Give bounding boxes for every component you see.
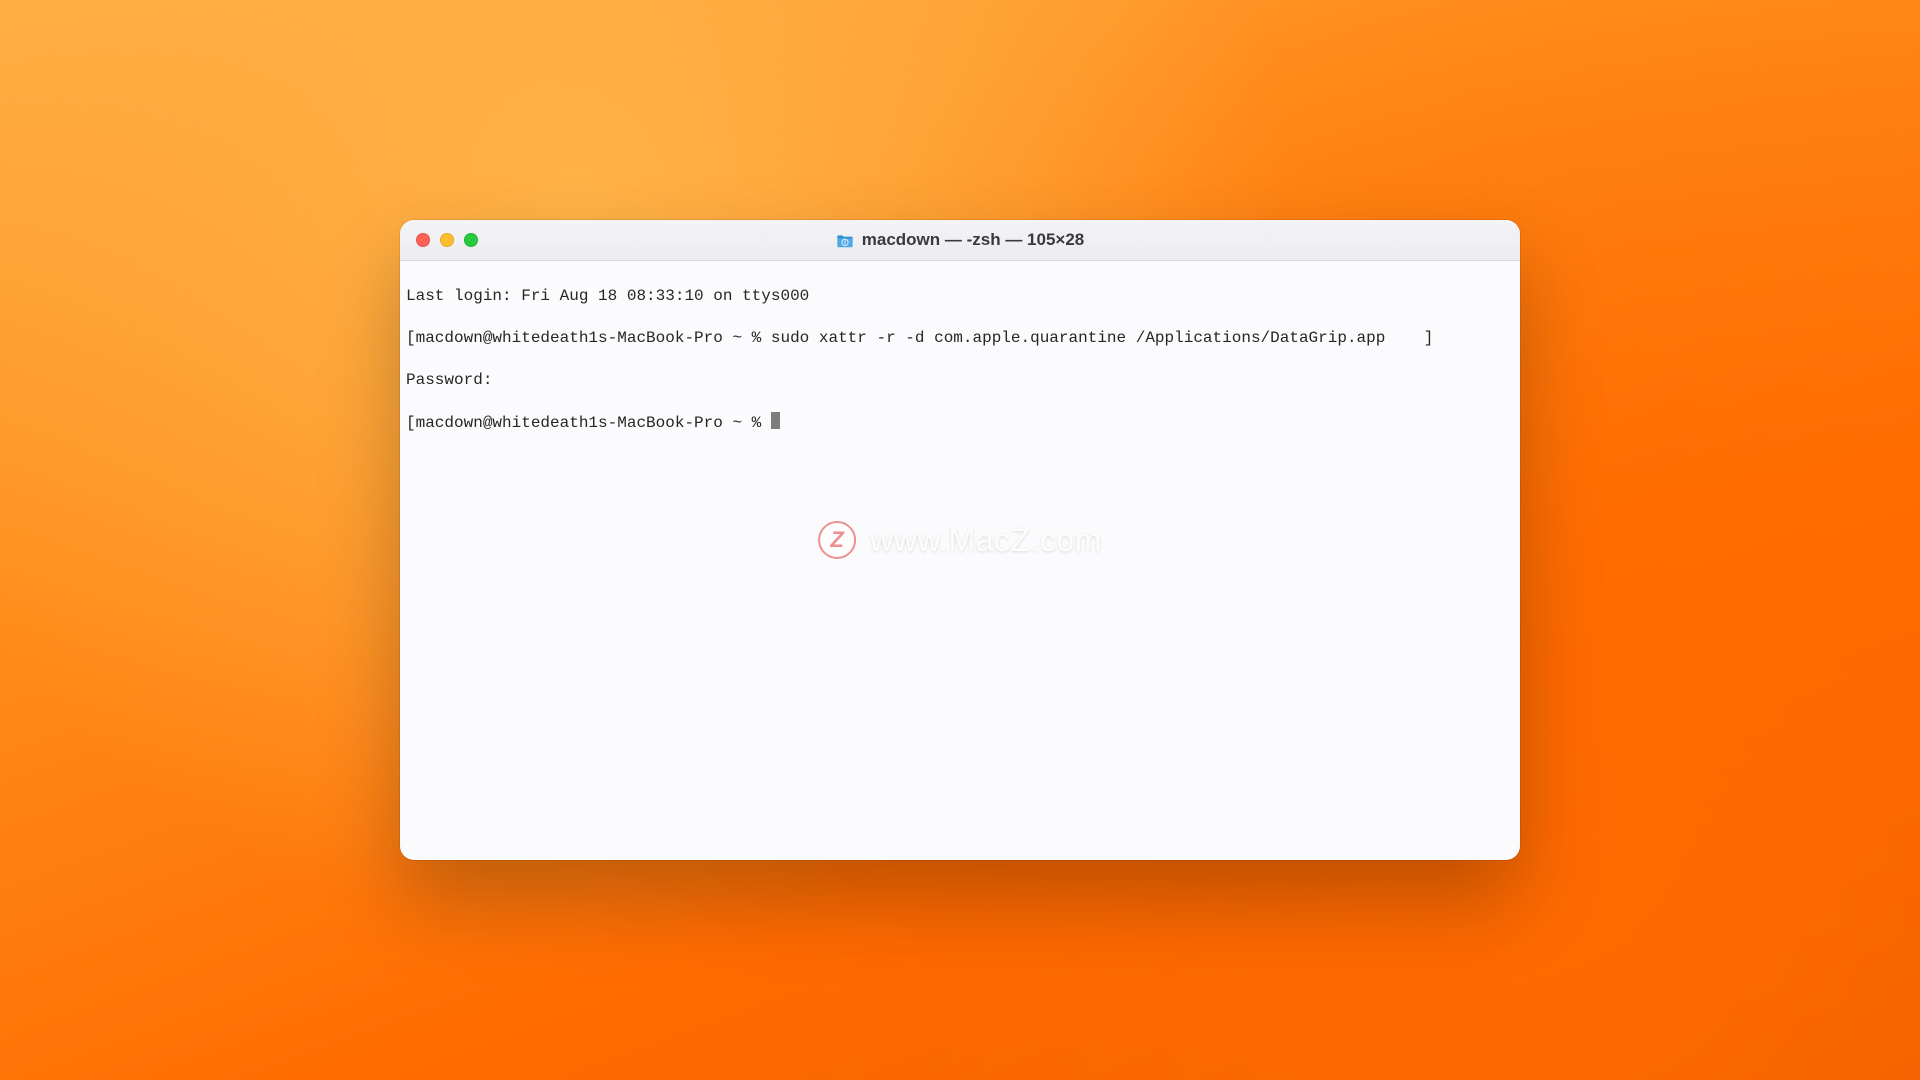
cursor-icon	[771, 412, 780, 429]
terminal-line: Password:	[406, 370, 1514, 391]
desktop-wallpaper: macdown — -zsh — 105×28 Last login: Fri …	[0, 0, 1920, 1080]
minimize-icon[interactable]	[440, 233, 454, 247]
close-icon[interactable]	[416, 233, 430, 247]
window-title: macdown — -zsh — 105×28	[400, 230, 1520, 250]
terminal-output[interactable]: Last login: Fri Aug 18 08:33:10 on ttys0…	[400, 261, 1520, 860]
window-title-bar[interactable]: macdown — -zsh — 105×28	[400, 220, 1520, 261]
terminal-line: [macdown@whitedeath1s-MacBook-Pro ~ % su…	[406, 328, 1514, 349]
maximize-icon[interactable]	[464, 233, 478, 247]
folder-icon	[836, 233, 854, 247]
terminal-line: [macdown@whitedeath1s-MacBook-Pro ~ %	[406, 412, 1514, 434]
terminal-window: macdown — -zsh — 105×28 Last login: Fri …	[400, 220, 1520, 860]
terminal-prompt: [macdown@whitedeath1s-MacBook-Pro ~ %	[406, 414, 771, 432]
window-title-text: macdown — -zsh — 105×28	[862, 230, 1085, 250]
window-controls	[400, 220, 478, 260]
terminal-line: Last login: Fri Aug 18 08:33:10 on ttys0…	[406, 286, 1514, 307]
